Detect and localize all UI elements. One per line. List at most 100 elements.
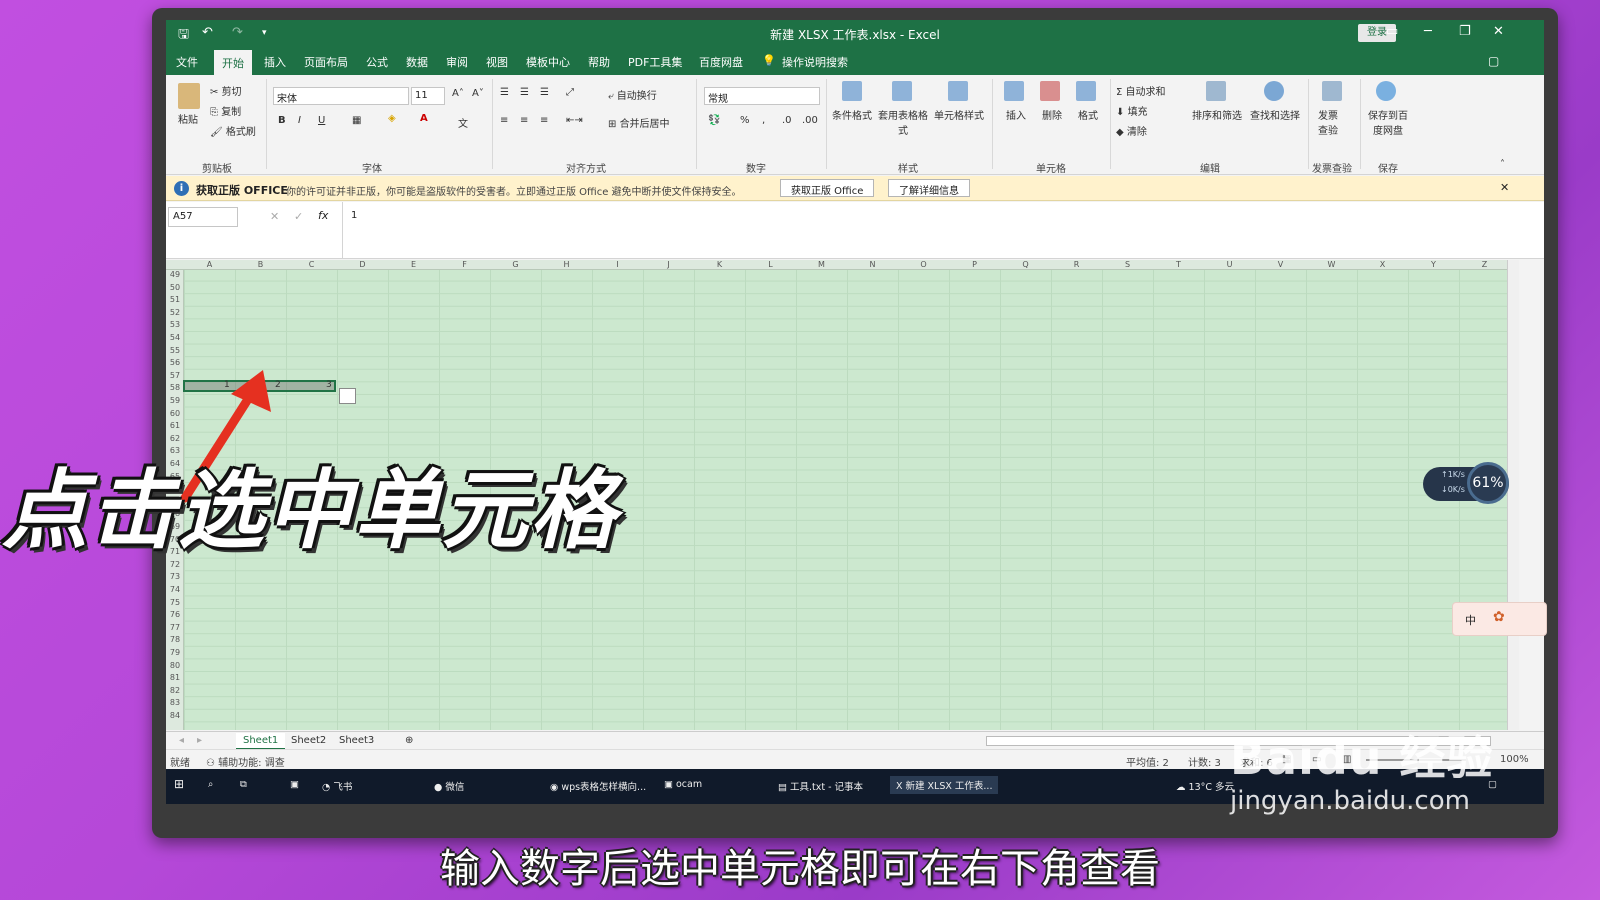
percent-icon[interactable]: % — [740, 115, 750, 126]
row-header[interactable]: 76 — [166, 610, 184, 619]
row-header[interactable]: 80 — [166, 661, 184, 670]
align-right-icon[interactable]: ≡ — [540, 115, 548, 126]
quick-analysis-icon[interactable] — [339, 388, 356, 404]
vertical-scrollbar[interactable] — [1507, 260, 1519, 730]
collapse-ribbon-icon[interactable]: ˄ — [1500, 159, 1505, 170]
sort-filter-icon[interactable] — [1206, 81, 1226, 101]
align-bottom-icon[interactable]: ☰ — [540, 87, 549, 98]
bold-icon[interactable]: B — [278, 115, 286, 126]
get-genuine-office-button[interactable]: 获取正版 Office — [780, 179, 875, 197]
sort-filter-label[interactable]: 排序和筛选 — [1192, 107, 1242, 122]
row-header[interactable]: 77 — [166, 623, 184, 632]
tab-home[interactable]: 开始 — [214, 50, 252, 75]
row-header[interactable]: 73 — [166, 572, 184, 581]
align-left-icon[interactable]: ≡ — [500, 115, 508, 126]
font-name-combo[interactable]: 宋体 — [273, 87, 409, 105]
save-to-baidu-label[interactable]: 保存到百度网盘 — [1364, 107, 1412, 137]
tab-help[interactable]: 帮助 — [588, 54, 610, 70]
row-header[interactable]: 74 — [166, 585, 184, 594]
row-header[interactable]: 55 — [166, 346, 184, 355]
shrink-font-icon[interactable]: A˅ — [472, 88, 484, 99]
column-header[interactable]: H — [541, 260, 592, 269]
wrap-text-button[interactable]: ⤶ 自动换行 — [608, 87, 657, 102]
row-header[interactable]: 79 — [166, 648, 184, 657]
column-header[interactable]: J — [643, 260, 694, 269]
italic-icon[interactable]: I — [298, 115, 301, 126]
invoice-check-icon[interactable] — [1322, 81, 1342, 101]
cancel-formula-icon[interactable]: ✕ — [270, 210, 279, 223]
enter-formula-icon[interactable]: ✓ — [294, 210, 303, 223]
close-notice-icon[interactable]: ✕ — [1500, 181, 1509, 194]
grow-font-icon[interactable]: A˄ — [452, 88, 464, 99]
taskbar-wechat[interactable]: ● 微信 — [434, 779, 464, 793]
merge-center-button[interactable]: ⊞ 合并后居中 — [608, 115, 670, 130]
tab-formulas[interactable]: 公式 — [366, 54, 388, 70]
cut-button[interactable]: ✂ 剪切 — [210, 83, 242, 98]
tab-page-layout[interactable]: 页面布局 — [304, 54, 348, 70]
decrease-decimal-icon[interactable]: .00 — [802, 115, 818, 126]
add-sheet-icon[interactable]: ⊕ — [398, 733, 420, 748]
cell-b57[interactable]: 2 — [275, 380, 281, 390]
conditional-format-icon[interactable] — [842, 81, 862, 101]
taskbar-weather[interactable]: ☁ 13°C 多云 — [1176, 779, 1234, 793]
paste-label[interactable]: 粘贴 — [178, 111, 198, 126]
indent-icon[interactable]: ⇤⇥ — [566, 115, 583, 126]
paste-icon[interactable] — [178, 83, 200, 109]
tab-baidu-netdisk[interactable]: 百度网盘 — [699, 54, 743, 70]
tab-templates[interactable]: 模板中心 — [526, 54, 570, 70]
column-header[interactable]: X — [1357, 260, 1408, 269]
taskbar-excel[interactable]: X 新建 XLSX 工作表... — [890, 776, 999, 794]
invoice-check-label[interactable]: 发票查验 — [1318, 107, 1346, 137]
column-header[interactable]: O — [898, 260, 949, 269]
row-header[interactable]: 53 — [166, 320, 184, 329]
find-select-icon[interactable] — [1264, 81, 1284, 101]
sheet-tab-1[interactable]: Sheet1 — [236, 733, 286, 750]
tell-me-search[interactable]: 操作说明搜索 — [782, 54, 848, 70]
align-middle-icon[interactable]: ☰ — [520, 87, 529, 98]
row-header[interactable]: 82 — [166, 686, 184, 695]
column-header[interactable]: Q — [1000, 260, 1051, 269]
tab-review[interactable]: 审阅 — [446, 54, 468, 70]
accessibility-status[interactable]: ⚇ 辅助功能: 调查 — [206, 754, 285, 769]
orientation-icon[interactable]: ⤢ — [566, 87, 574, 98]
border-icon[interactable]: ▦ — [352, 115, 361, 126]
font-size-combo[interactable]: 11 — [411, 87, 445, 105]
format-cells-icon[interactable] — [1076, 81, 1096, 101]
insert-function-icon[interactable]: fx — [318, 209, 328, 222]
currency-icon[interactable]: 💱 — [708, 115, 720, 126]
column-header[interactable]: B — [235, 260, 286, 269]
column-header[interactable]: G — [490, 260, 541, 269]
column-header[interactable]: Z — [1459, 260, 1510, 269]
row-header[interactable]: 50 — [166, 283, 184, 292]
formula-input[interactable]: 1 — [342, 202, 1542, 259]
row-header[interactable]: 83 — [166, 698, 184, 707]
ime-toolbar[interactable]: 中 ✿ — [1452, 602, 1547, 636]
close-icon[interactable]: ✕ — [1493, 24, 1504, 39]
taskbar-chrome[interactable]: ◉ wps表格怎样横向... — [550, 779, 646, 793]
column-header[interactable]: W — [1306, 260, 1357, 269]
cell-styles-label[interactable]: 单元格样式 — [934, 107, 984, 122]
underline-icon[interactable]: U — [318, 115, 325, 126]
name-box[interactable]: A57 — [168, 207, 238, 227]
row-header[interactable]: 81 — [166, 673, 184, 682]
search-icon[interactable]: ⌕ — [208, 779, 213, 790]
tab-data[interactable]: 数据 — [406, 54, 428, 70]
minimize-icon[interactable]: ─ — [1424, 24, 1432, 39]
restore-icon[interactable]: ❐ — [1459, 24, 1471, 39]
column-header[interactable]: N — [847, 260, 898, 269]
number-format-combo[interactable]: 常规 — [704, 87, 820, 105]
next-sheet-icon[interactable]: ▸ — [190, 733, 209, 748]
format-as-table-icon[interactable] — [892, 81, 912, 101]
learn-more-button[interactable]: 了解详细信息 — [888, 179, 970, 197]
format-cells-label[interactable]: 格式 — [1078, 107, 1098, 122]
taskbar-ocam[interactable]: ▣ ocam — [664, 779, 702, 790]
font-color-icon[interactable]: A — [420, 113, 428, 124]
row-header[interactable]: 84 — [166, 711, 184, 720]
column-header[interactable]: V — [1255, 260, 1306, 269]
sheet-tab-3[interactable]: Sheet3 — [332, 733, 381, 748]
comments-icon[interactable]: ▢ — [1488, 54, 1499, 68]
format-painter-button[interactable]: 🖌 格式刷 — [210, 123, 256, 138]
taskbar-feishu[interactable]: ◔ 飞书 — [322, 779, 352, 793]
row-header[interactable]: 78 — [166, 635, 184, 644]
column-header[interactable]: M — [796, 260, 847, 269]
